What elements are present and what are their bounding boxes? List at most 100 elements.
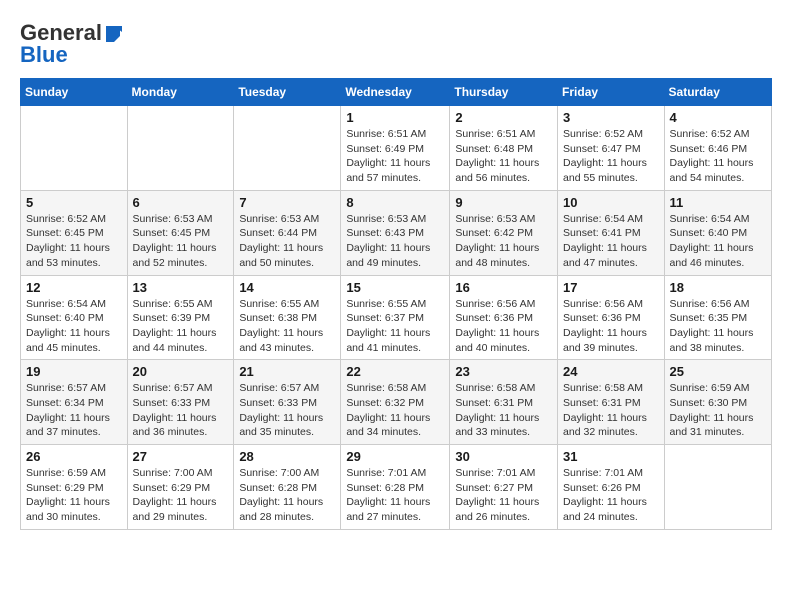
logo-blue: Blue [20, 42, 68, 68]
calendar-cell: 29 Sunrise: 7:01 AM Sunset: 6:28 PM Dayli… [341, 445, 450, 530]
day-number: 1 [346, 110, 444, 125]
calendar-week-3: 12 Sunrise: 6:54 AM Sunset: 6:40 PM Dayli… [21, 275, 772, 360]
day-info: Sunrise: 6:54 AM Sunset: 6:40 PM Dayligh… [26, 297, 122, 356]
day-info: Sunrise: 6:58 AM Sunset: 6:31 PM Dayligh… [563, 381, 659, 440]
day-info: Sunrise: 6:54 AM Sunset: 6:40 PM Dayligh… [670, 212, 766, 271]
calendar-cell: 8Sunrise: 6:53 AM Sunset: 6:43 PM Daylig… [341, 190, 450, 275]
calendar-cell [127, 106, 234, 191]
calendar-cell: 7 Sunrise: 6:53 AM Sunset: 6:44 PM Daylig… [234, 190, 341, 275]
calendar-cell: 22Sunrise: 6:58 AM Sunset: 6:32 PM Dayli… [341, 360, 450, 445]
day-info: Sunrise: 7:00 AM Sunset: 6:29 PM Dayligh… [133, 466, 229, 525]
calendar-cell: 15Sunrise: 6:55 AM Sunset: 6:37 PM Dayli… [341, 275, 450, 360]
day-info: Sunrise: 6:56 AM Sunset: 6:36 PM Dayligh… [455, 297, 552, 356]
calendar-cell: 28 Sunrise: 7:00 AM Sunset: 6:28 PM Dayli… [234, 445, 341, 530]
day-number: 5 [26, 195, 122, 210]
day-number: 26 [26, 449, 122, 464]
day-number: 18 [670, 280, 766, 295]
calendar-cell: 10 Sunrise: 6:54 AM Sunset: 6:41 PM Dayli… [558, 190, 665, 275]
calendar-cell: 26 Sunrise: 6:59 AM Sunset: 6:29 PM Dayli… [21, 445, 128, 530]
day-number: 9 [455, 195, 552, 210]
calendar-cell: 5 Sunrise: 6:52 AM Sunset: 6:45 PM Daylig… [21, 190, 128, 275]
day-info: Sunrise: 6:53 AM Sunset: 6:42 PM Dayligh… [455, 212, 552, 271]
day-number: 11 [670, 195, 766, 210]
day-number: 22 [346, 364, 444, 379]
calendar-cell: 21 Sunrise: 6:57 AM Sunset: 6:33 PM Dayli… [234, 360, 341, 445]
day-info: Sunrise: 6:52 AM Sunset: 6:47 PM Dayligh… [563, 127, 659, 186]
day-info: Sunrise: 6:51 AM Sunset: 6:48 PM Dayligh… [455, 127, 552, 186]
day-number: 7 [239, 195, 335, 210]
day-number: 16 [455, 280, 552, 295]
calendar-cell: 30Sunrise: 7:01 AM Sunset: 6:27 PM Dayli… [450, 445, 558, 530]
header: General Blue [20, 20, 772, 68]
logo: General Blue [20, 20, 122, 68]
weekday-header-tuesday: Tuesday [234, 79, 341, 106]
day-number: 28 [239, 449, 335, 464]
day-info: Sunrise: 7:01 AM Sunset: 6:28 PM Dayligh… [346, 466, 444, 525]
day-number: 20 [133, 364, 229, 379]
day-info: Sunrise: 7:00 AM Sunset: 6:28 PM Dayligh… [239, 466, 335, 525]
day-info: Sunrise: 6:56 AM Sunset: 6:36 PM Dayligh… [563, 297, 659, 356]
day-number: 14 [239, 280, 335, 295]
day-info: Sunrise: 7:01 AM Sunset: 6:26 PM Dayligh… [563, 466, 659, 525]
day-info: Sunrise: 6:53 AM Sunset: 6:45 PM Dayligh… [133, 212, 229, 271]
day-info: Sunrise: 6:54 AM Sunset: 6:41 PM Dayligh… [563, 212, 659, 271]
day-number: 23 [455, 364, 552, 379]
day-info: Sunrise: 6:59 AM Sunset: 6:29 PM Dayligh… [26, 466, 122, 525]
weekday-header-thursday: Thursday [450, 79, 558, 106]
day-info: Sunrise: 6:55 AM Sunset: 6:38 PM Dayligh… [239, 297, 335, 356]
day-number: 25 [670, 364, 766, 379]
day-number: 27 [133, 449, 229, 464]
calendar-header-row: SundayMondayTuesdayWednesdayThursdayFrid… [21, 79, 772, 106]
calendar-cell: 25 Sunrise: 6:59 AM Sunset: 6:30 PM Dayli… [664, 360, 771, 445]
day-info: Sunrise: 6:55 AM Sunset: 6:37 PM Dayligh… [346, 297, 444, 356]
day-info: Sunrise: 6:58 AM Sunset: 6:31 PM Dayligh… [455, 381, 552, 440]
day-info: Sunrise: 6:57 AM Sunset: 6:33 PM Dayligh… [239, 381, 335, 440]
day-number: 6 [133, 195, 229, 210]
day-info: Sunrise: 6:52 AM Sunset: 6:46 PM Dayligh… [670, 127, 766, 186]
day-info: Sunrise: 6:57 AM Sunset: 6:33 PM Dayligh… [133, 381, 229, 440]
calendar-cell: 13Sunrise: 6:55 AM Sunset: 6:39 PM Dayli… [127, 275, 234, 360]
calendar-week-4: 19 Sunrise: 6:57 AM Sunset: 6:34 PM Dayli… [21, 360, 772, 445]
day-info: Sunrise: 6:51 AM Sunset: 6:49 PM Dayligh… [346, 127, 444, 186]
calendar-cell: 18 Sunrise: 6:56 AM Sunset: 6:35 PM Dayli… [664, 275, 771, 360]
calendar-cell: 14 Sunrise: 6:55 AM Sunset: 6:38 PM Dayli… [234, 275, 341, 360]
calendar-week-1: 1 Sunrise: 6:51 AM Sunset: 6:49 PM Daylig… [21, 106, 772, 191]
calendar-cell: 9 Sunrise: 6:53 AM Sunset: 6:42 PM Daylig… [450, 190, 558, 275]
day-number: 17 [563, 280, 659, 295]
day-number: 4 [670, 110, 766, 125]
day-info: Sunrise: 6:57 AM Sunset: 6:34 PM Dayligh… [26, 381, 122, 440]
weekday-header-friday: Friday [558, 79, 665, 106]
day-info: Sunrise: 6:56 AM Sunset: 6:35 PM Dayligh… [670, 297, 766, 356]
day-number: 31 [563, 449, 659, 464]
calendar-cell: 3Sunrise: 6:52 AM Sunset: 6:47 PM Daylig… [558, 106, 665, 191]
day-info: Sunrise: 6:59 AM Sunset: 6:30 PM Dayligh… [670, 381, 766, 440]
calendar-table: SundayMondayTuesdayWednesdayThursdayFrid… [20, 78, 772, 530]
weekday-header-monday: Monday [127, 79, 234, 106]
calendar-cell: 4 Sunrise: 6:52 AM Sunset: 6:46 PM Daylig… [664, 106, 771, 191]
calendar-cell: 6 Sunrise: 6:53 AM Sunset: 6:45 PM Daylig… [127, 190, 234, 275]
calendar-cell [234, 106, 341, 191]
calendar-week-2: 5 Sunrise: 6:52 AM Sunset: 6:45 PM Daylig… [21, 190, 772, 275]
day-number: 12 [26, 280, 122, 295]
day-number: 24 [563, 364, 659, 379]
day-info: Sunrise: 6:53 AM Sunset: 6:43 PM Dayligh… [346, 212, 444, 271]
calendar-cell: 1 Sunrise: 6:51 AM Sunset: 6:49 PM Daylig… [341, 106, 450, 191]
calendar-week-5: 26 Sunrise: 6:59 AM Sunset: 6:29 PM Dayli… [21, 445, 772, 530]
day-info: Sunrise: 6:52 AM Sunset: 6:45 PM Dayligh… [26, 212, 122, 271]
weekday-header-sunday: Sunday [21, 79, 128, 106]
calendar-cell [664, 445, 771, 530]
calendar-cell: 27 Sunrise: 7:00 AM Sunset: 6:29 PM Dayli… [127, 445, 234, 530]
calendar-cell: 23 Sunrise: 6:58 AM Sunset: 6:31 PM Dayli… [450, 360, 558, 445]
day-number: 21 [239, 364, 335, 379]
calendar-cell: 2 Sunrise: 6:51 AM Sunset: 6:48 PM Daylig… [450, 106, 558, 191]
calendar-cell [21, 106, 128, 191]
day-number: 10 [563, 195, 659, 210]
day-number: 19 [26, 364, 122, 379]
day-number: 2 [455, 110, 552, 125]
calendar-cell: 16 Sunrise: 6:56 AM Sunset: 6:36 PM Dayli… [450, 275, 558, 360]
calendar-cell: 20 Sunrise: 6:57 AM Sunset: 6:33 PM Dayli… [127, 360, 234, 445]
calendar-cell: 24 Sunrise: 6:58 AM Sunset: 6:31 PM Dayli… [558, 360, 665, 445]
day-number: 13 [133, 280, 229, 295]
day-info: Sunrise: 6:53 AM Sunset: 6:44 PM Dayligh… [239, 212, 335, 271]
day-number: 29 [346, 449, 444, 464]
